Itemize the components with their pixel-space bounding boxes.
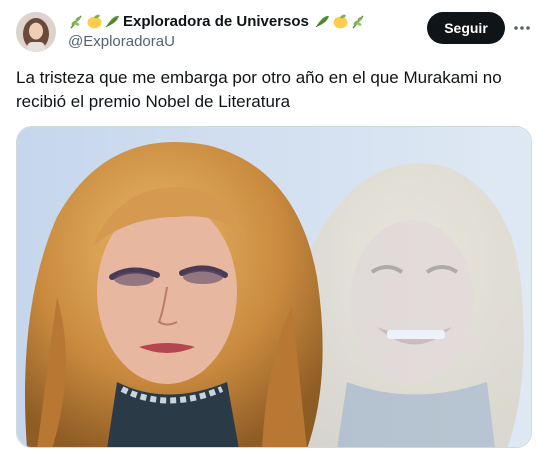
leaves-icon bbox=[104, 13, 121, 30]
herb-icon bbox=[350, 13, 367, 30]
lead-emojis bbox=[68, 13, 121, 30]
more-options-button[interactable] bbox=[510, 16, 534, 40]
lemon-icon bbox=[332, 13, 349, 30]
tweet-text: La tristeza que me embarga por otro año … bbox=[16, 68, 502, 111]
author-handle[interactable]: @ExploradoraU bbox=[68, 33, 175, 50]
display-name[interactable]: Exploradora de Universos bbox=[123, 13, 309, 30]
avatar[interactable] bbox=[16, 12, 56, 52]
lemon-icon bbox=[86, 13, 103, 30]
tweet-media-image[interactable] bbox=[16, 126, 532, 448]
follow-button[interactable]: Seguir bbox=[427, 12, 505, 44]
tweet-card: Exploradora de Universos @ExploradoraU S… bbox=[0, 0, 548, 461]
author-name-row[interactable]: Exploradora de Universos bbox=[68, 11, 367, 31]
trail-emojis bbox=[314, 13, 367, 30]
leaves-icon bbox=[314, 13, 331, 30]
herb-icon bbox=[68, 13, 85, 30]
ellipsis-icon bbox=[514, 26, 530, 30]
